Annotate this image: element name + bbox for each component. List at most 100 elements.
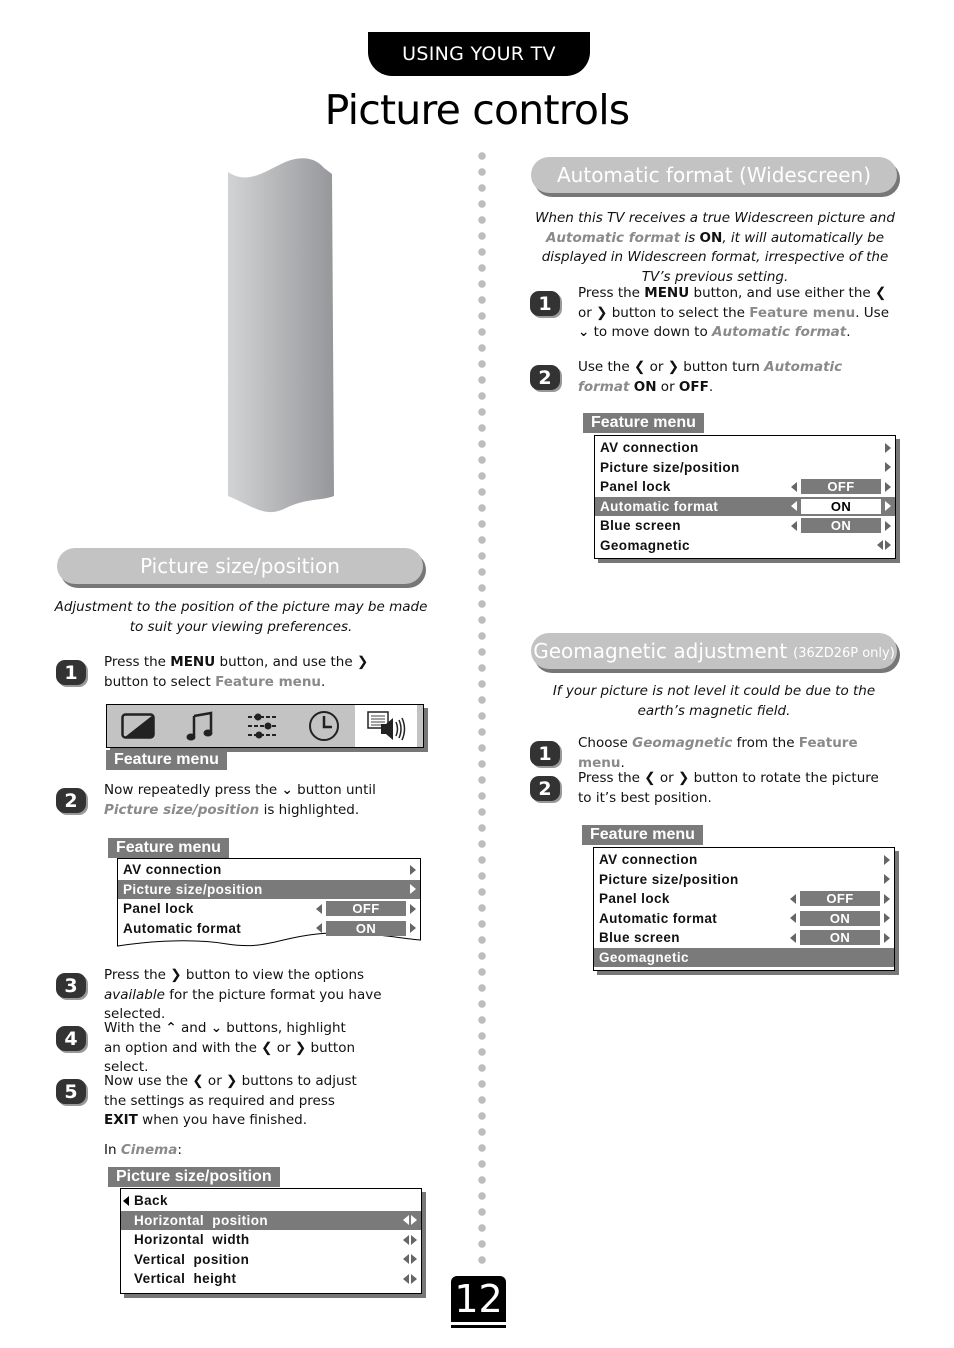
arrow-right-icon[interactable] [411,1273,417,1284]
arrow-right-icon[interactable] [884,893,890,904]
arrow-left-icon[interactable] [791,501,797,512]
arrow-left-icon[interactable] [791,520,797,531]
feature-speaker-icon[interactable] [355,705,417,747]
arrow-left-icon[interactable] [790,893,796,904]
menu-item[interactable]: Automatic format ON [595,496,895,516]
step-number-badge: 2 [530,365,560,390]
menu-item[interactable]: AV connection [595,438,895,458]
arrow-left-icon[interactable] [403,1234,409,1245]
button-glyph-icon: ❯ [678,770,690,786]
menu-item[interactable]: Geomagnetic [595,536,895,556]
menu-item[interactable]: Panel lock OFF [594,889,894,909]
arrow-right-icon[interactable] [410,884,416,895]
section-header-picture-size: Picture size/position [57,548,423,584]
arrow-right-icon[interactable] [410,864,416,875]
emphasis: EXIT [104,1112,138,1128]
page-number-underline [451,1325,506,1328]
arrow-left-icon[interactable] [790,932,796,943]
text: . [321,673,326,690]
menu-item-value: ON [326,920,406,936]
arrow-left-icon[interactable] [316,923,322,934]
arrow-left-icon[interactable] [403,1215,409,1226]
arrow-right-icon[interactable] [410,923,416,934]
emphasis: ON [633,378,657,395]
menu-item-value: OFF [326,901,406,917]
arrow-right-icon[interactable] [885,442,891,453]
feature-icon-bar [106,704,424,748]
step-text: Now use the ❮ or ❯ buttons to adjust the… [104,1072,359,1131]
submenu-item[interactable]: Vertical height [121,1269,421,1289]
arrow-right-icon[interactable] [885,481,891,492]
text: from the [732,735,799,751]
arrow-left-icon[interactable] [877,540,883,551]
arrow-right-icon[interactable] [885,501,891,512]
button-glyph-icon: ⌄ [578,324,590,340]
arrow-right-icon[interactable] [411,1215,417,1226]
text: Now use the [104,1073,193,1089]
menu-item-back[interactable]: Back [121,1191,421,1211]
menu-item[interactable]: Panel lock OFF [118,899,420,919]
submenu-item[interactable]: Vertical position [121,1250,421,1270]
step-text: Use the ❮ or ❯ button turn Automatic for… [578,358,890,397]
menu-item-label: Geomagnetic [600,537,690,553]
menu-item[interactable]: Picture size/position [594,870,894,890]
button-glyph-icon: ❯ [170,967,182,983]
arrow-right-icon[interactable] [884,913,890,924]
menu-item[interactable]: Picture size/position [118,879,420,899]
arrow-right-icon[interactable] [885,540,891,551]
submenu-item-label: Horizontal position [134,1212,268,1228]
arrow-right-icon[interactable] [410,903,416,914]
menu-item[interactable]: AV connection [118,860,420,880]
text: or [656,378,679,395]
section-tab-label: USING YOUR TV [402,43,556,65]
step-text: With the ⌃ and ⌄ buttons, highlight an o… [104,1019,359,1078]
arrow-right-icon[interactable] [885,462,891,473]
button-glyph-icon: ⌃ [165,1020,177,1036]
submenu-item[interactable]: Horizontal position [121,1210,421,1230]
menu-item[interactable]: Automatic format ON [594,909,894,929]
text: Press the [104,654,171,670]
step-text: Press the MENU button, and use either th… [578,284,890,343]
arrow-left-icon[interactable] [791,481,797,492]
submenu-item[interactable]: Horizontal width [121,1230,421,1250]
menu-item[interactable]: Blue screen ON [594,928,894,948]
page-title: Picture controls [324,86,631,134]
section-header-geomagnetic: Geomagnetic adjustment (36ZD26P only) [531,633,897,669]
menu-item[interactable]: Panel lock OFF [595,477,895,497]
text: button until [292,782,376,798]
step-text: Choose Geomagnetic from the Feature menu… [578,734,890,773]
arrow-right-icon[interactable] [884,932,890,943]
arrow-right-icon[interactable] [884,874,890,885]
picture-icon[interactable] [107,705,169,747]
button-glyph-icon: ❮ [874,285,887,301]
cinema-note: In Cinema: [104,1141,182,1161]
arrow-right-icon[interactable] [885,520,891,531]
page-number: 12 [451,1276,506,1322]
step-number-badge: 3 [56,973,86,998]
arrow-left-icon[interactable] [403,1273,409,1284]
music-note-icon[interactable] [169,705,231,747]
decorative-column-graphic [228,158,334,513]
menu-item[interactable]: Automatic format ON [118,919,420,939]
arrow-right-icon[interactable] [884,854,890,865]
button-glyph-icon: ❯ [667,359,679,375]
clock-icon[interactable] [293,705,355,747]
step-text: Press the MENU button, and use the ❯ but… [104,653,404,692]
column-divider [477,148,487,1268]
arrow-left-icon[interactable] [790,913,796,924]
sliders-icon[interactable] [231,705,293,747]
step-text: Press the ❮ or ❯ button to rotate the pi… [578,769,890,808]
text: is [680,229,700,246]
section-tab: USING YOUR TV [368,32,590,76]
arrow-right-icon[interactable] [411,1234,417,1245]
menu-item[interactable]: Picture size/position [595,458,895,478]
menu-item[interactable]: Blue screen ON [595,516,895,536]
arrow-right-icon[interactable] [411,1254,417,1265]
arrow-left-icon[interactable] [316,903,322,914]
feature-menu-partial: AV connection Picture size/position Panel … [117,858,421,947]
arrow-left-icon[interactable] [403,1254,409,1265]
step-number-badge: 4 [56,1026,86,1051]
menu-item[interactable]: Geomagnetic [594,947,894,967]
menu-item[interactable]: AV connection [594,850,894,870]
submenu-item-label: Vertical position [134,1251,250,1267]
